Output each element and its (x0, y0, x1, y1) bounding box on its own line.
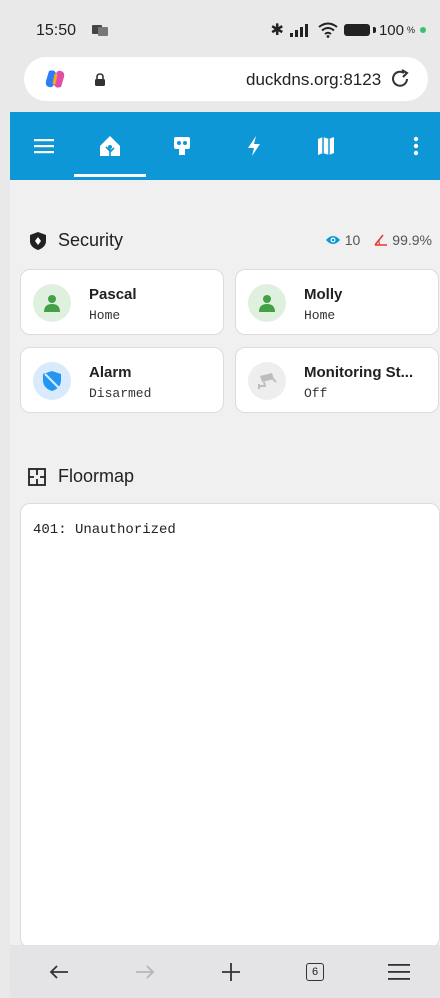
card-title: Pascal (89, 286, 137, 303)
status-bar: 15:50 ✱ 100% (0, 0, 440, 56)
back-arrow-icon[interactable] (46, 959, 72, 985)
monitoring-card[interactable]: Monitoring St... Off (235, 347, 439, 413)
copilot-icon[interactable] (44, 68, 66, 90)
signal-icon (289, 24, 308, 37)
notification-icon (92, 25, 108, 36)
angle-icon (374, 234, 388, 246)
card-state: Home (89, 308, 121, 323)
battery-level: 100 (378, 21, 404, 39)
floormap-title: Floormap (58, 466, 135, 486)
bluetooth-icon: ✱ (270, 22, 284, 39)
home-assistant-icon[interactable] (98, 134, 122, 158)
security-header: Security (30, 230, 123, 251)
person-icon (248, 284, 286, 322)
eye-count: 10 (344, 232, 361, 248)
energy-icon[interactable] (242, 134, 266, 158)
robot-icon[interactable] (170, 134, 194, 158)
map-icon[interactable] (314, 134, 338, 158)
security-title: Security (58, 230, 124, 250)
card-title: Monitoring St... (304, 364, 414, 381)
card-title: Alarm (89, 364, 132, 381)
floormap-header: Floormap (28, 466, 134, 487)
floorplan-icon (28, 467, 46, 486)
status-indicators: ✱ 100% (271, 20, 426, 40)
card-state: Off (304, 386, 328, 401)
shield-icon (33, 362, 71, 400)
browser-menu-icon[interactable] (386, 959, 412, 985)
eye-icon (325, 236, 340, 244)
reload-icon[interactable] (388, 67, 412, 91)
menu-icon[interactable] (32, 134, 56, 158)
person-card-pascal[interactable]: Pascal Home (20, 269, 224, 335)
battery-indicator: 100% (343, 21, 426, 39)
battery-icon (343, 24, 370, 36)
card-state: Home (304, 308, 336, 323)
floormap-card: 401: Unauthorized (20, 503, 440, 948)
cctv-icon (248, 362, 286, 400)
person-card-molly[interactable]: Molly Home (235, 269, 439, 335)
app-toolbar (10, 112, 440, 180)
security-stats: 10 99.9% (325, 232, 432, 248)
lock-icon[interactable] (94, 73, 106, 86)
address-bar[interactable]: duckdns.org:8123 (24, 57, 428, 101)
tabs-icon[interactable]: 6 (302, 959, 328, 985)
more-icon[interactable] (404, 134, 428, 158)
error-message: 401: Unauthorized (33, 522, 176, 538)
alarm-card[interactable]: Alarm Disarmed (20, 347, 224, 413)
forward-arrow-icon[interactable] (132, 959, 158, 985)
person-icon (33, 284, 71, 322)
url-text[interactable]: duckdns.org:8123 (246, 70, 381, 90)
status-time: 15:50 (36, 22, 77, 39)
new-tab-icon[interactable] (218, 959, 244, 985)
card-title: Molly (304, 286, 343, 303)
charging-dot (420, 27, 426, 33)
wifi-icon (318, 22, 338, 38)
security-shield-icon (30, 231, 46, 250)
ratio-value: 99.9% (392, 232, 432, 248)
browser-bottom-bar: 6 (10, 945, 440, 998)
active-tab-indicator (74, 174, 146, 177)
card-state: Disarmed (89, 386, 152, 401)
